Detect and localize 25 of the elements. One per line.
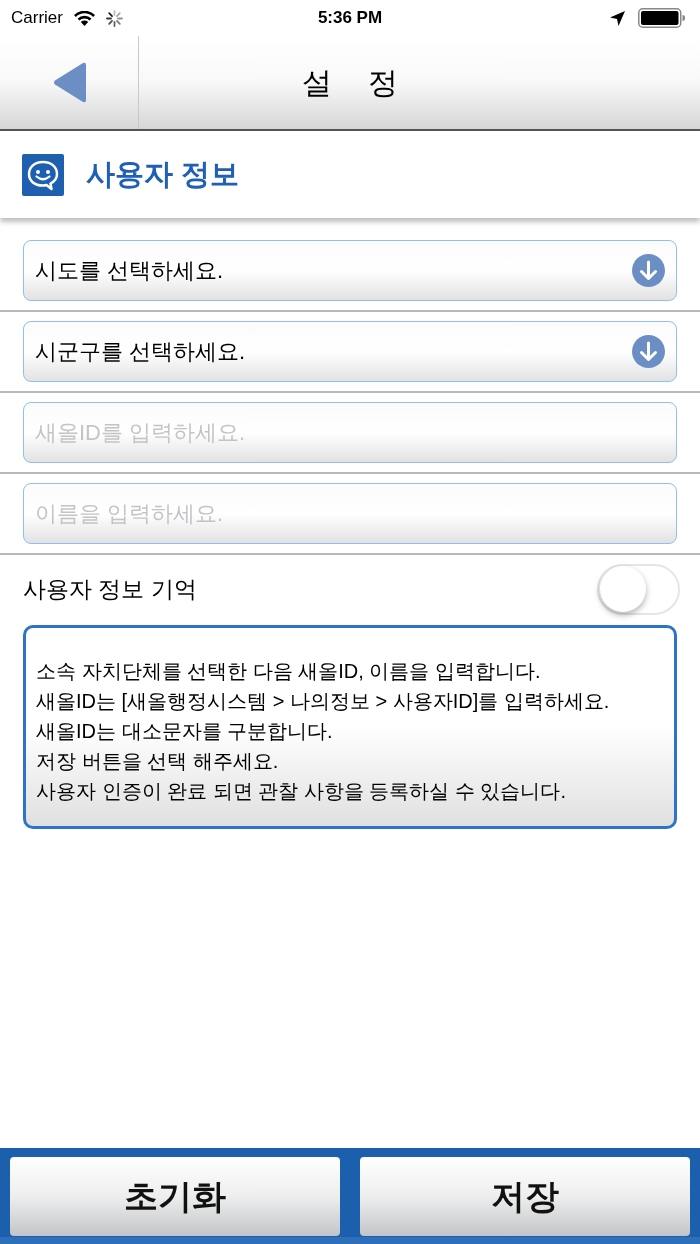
wifi-icon	[73, 10, 95, 26]
carrier-name: Carrier	[11, 7, 63, 30]
reset-button[interactable]: 초기화	[10, 1157, 340, 1236]
info-text-line: 사용자 인증이 완료 되면 관찰 사항을 등록하실 수 있습니다.	[36, 779, 567, 804]
remember-label: 사용자 정보 기억	[23, 574, 197, 604]
text-input-field[interactable]: 이름을 입력하세요.	[23, 483, 677, 544]
arrow-down-circle-icon	[632, 254, 665, 287]
toggle-switch[interactable]	[597, 563, 680, 615]
info-text-line: 소속 자치단체를 선택한 다음 새올ID, 이름을 입력합니다.	[36, 659, 542, 684]
location-arrow-icon	[610, 10, 625, 26]
info-text-line: 새올ID는 [새올행정시스템 > 나의정보 > 사용자ID]를 입력하세요.	[36, 689, 611, 714]
save-button[interactable]: 저장	[360, 1157, 690, 1236]
arrow-down-circle-icon	[632, 335, 665, 368]
status-time: 5:36 PM	[317, 7, 383, 30]
page-title: 설 정	[301, 65, 399, 101]
section-title: 사용자 정보	[86, 156, 240, 192]
text-input-field[interactable]: 새올ID를 입력하세요.	[23, 402, 677, 463]
info-text-line: 저장 버튼을 선택 해주세요.	[36, 749, 280, 774]
dropdown-field[interactable]: 시도를 선택하세요.	[23, 240, 677, 301]
dropdown-field[interactable]: 시군구를 선택하세요.	[23, 321, 677, 382]
chat-smiley-icon	[22, 153, 64, 196]
loading-spinner-icon	[105, 9, 123, 27]
battery-icon	[638, 8, 686, 28]
info-text-line: 새올ID는 대소문자를 구분합니다.	[36, 719, 334, 744]
back-triangle-icon	[52, 61, 86, 104]
